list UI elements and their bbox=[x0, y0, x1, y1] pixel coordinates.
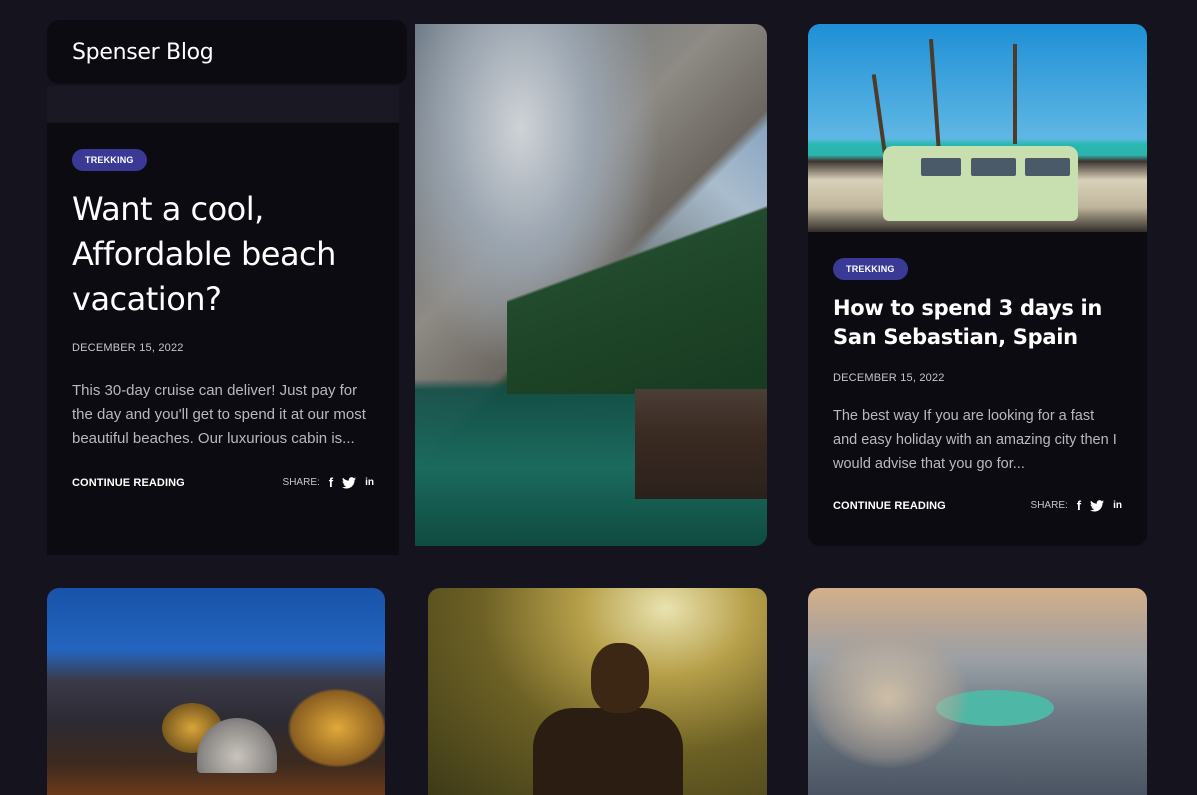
post-date: DECEMBER 15, 2022 bbox=[72, 342, 184, 354]
share-bar: SHARE: f in bbox=[1031, 498, 1122, 513]
post-excerpt: This 30-day cruise can deliver! Just pay… bbox=[72, 382, 366, 447]
bush-shape bbox=[287, 688, 385, 768]
post-footer: CONTINUE READING SHARE: f in bbox=[72, 475, 374, 490]
share-bar: SHARE: f in bbox=[283, 475, 374, 490]
cabin-shape bbox=[635, 389, 767, 499]
site-header: Spenser Blog bbox=[47, 20, 407, 84]
post-title[interactable]: How to spend 3 days in San Sebastian, Sp… bbox=[833, 294, 1122, 352]
twitter-icon[interactable] bbox=[342, 476, 357, 489]
hiker-body-shape bbox=[533, 708, 683, 795]
post-date: DECEMBER 15, 2022 bbox=[833, 372, 945, 384]
continue-reading-link[interactable]: CONTINUE READING bbox=[72, 477, 185, 489]
post-excerpt: The best way If you are looking for a fa… bbox=[833, 408, 1117, 472]
linkedin-icon[interactable]: in bbox=[365, 477, 374, 488]
camping-tent-image[interactable] bbox=[47, 588, 385, 795]
van-shape bbox=[883, 146, 1078, 221]
palm-tree bbox=[928, 39, 942, 154]
site-logo[interactable]: Spenser Blog bbox=[72, 40, 214, 65]
post-card-san-sebastian: TREKKING How to spend 3 days in San Seba… bbox=[808, 232, 1147, 546]
linkedin-icon[interactable]: in bbox=[1113, 500, 1122, 511]
beach-van-image[interactable] bbox=[808, 24, 1147, 232]
twitter-icon[interactable] bbox=[1090, 499, 1105, 512]
post-card-beach-vacation: TREKKING Want a cool, Affordable beach v… bbox=[47, 123, 399, 555]
palm-tree bbox=[1013, 44, 1017, 144]
mountain-lake-image[interactable] bbox=[415, 24, 767, 546]
forest-shape bbox=[507, 174, 767, 394]
facebook-icon[interactable]: f bbox=[1077, 498, 1081, 513]
category-tag[interactable]: TREKKING bbox=[833, 258, 908, 280]
smoke-shape bbox=[808, 628, 968, 768]
header-divider bbox=[47, 86, 399, 122]
post-title[interactable]: Want a cool, Affordable beach vacation? bbox=[72, 187, 374, 322]
hiker-head-shape bbox=[591, 643, 649, 713]
category-tag[interactable]: TREKKING bbox=[72, 149, 147, 171]
share-label: SHARE: bbox=[282, 477, 320, 488]
facebook-icon[interactable]: f bbox=[329, 475, 333, 490]
continue-reading-link[interactable]: CONTINUE READING bbox=[833, 500, 946, 512]
forest-hiker-image[interactable] bbox=[428, 588, 767, 795]
share-label: SHARE: bbox=[1030, 500, 1068, 511]
volcano-crater-image[interactable] bbox=[808, 588, 1147, 795]
post-footer: CONTINUE READING SHARE: f in bbox=[833, 498, 1122, 513]
